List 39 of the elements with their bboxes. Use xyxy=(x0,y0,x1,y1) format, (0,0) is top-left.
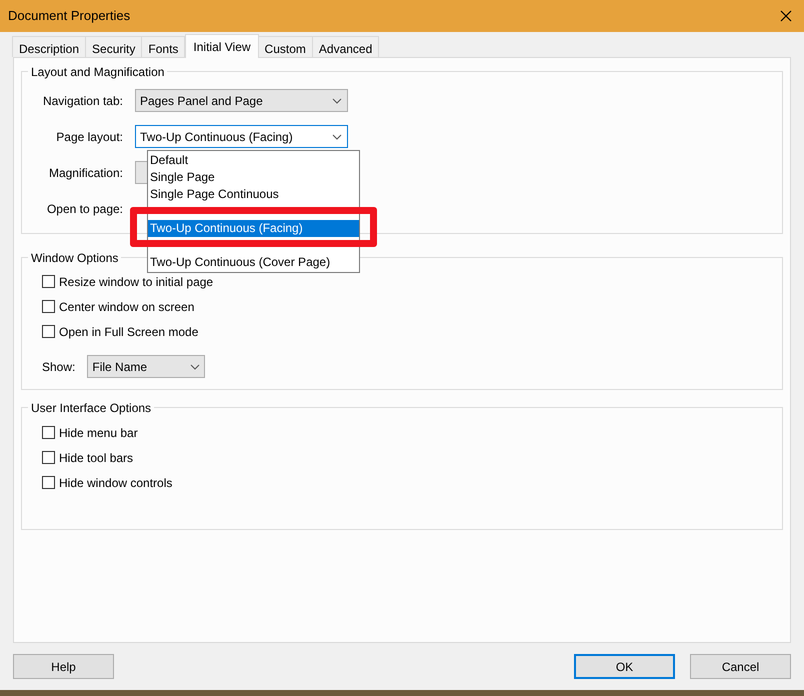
dropdown-option[interactable]: Two-Up Continuous (Cover Page) xyxy=(148,254,359,271)
field-label: Page layout: xyxy=(55,128,124,146)
dropdown-option[interactable]: Single Page Continuous xyxy=(148,186,359,203)
dialog-button[interactable]: Cancel xyxy=(690,654,791,680)
tab[interactable]: Description xyxy=(12,36,86,58)
chevron-down-icon xyxy=(190,364,200,370)
chevron-down-icon xyxy=(332,98,342,104)
dropdown-option[interactable]: Default xyxy=(148,152,359,169)
tab[interactable]: Security xyxy=(85,36,142,58)
window-title: Document Properties xyxy=(8,7,130,26)
checkbox[interactable] xyxy=(42,325,55,338)
checkbox[interactable] xyxy=(42,451,55,464)
checkbox[interactable] xyxy=(42,275,55,288)
tab[interactable]: Fonts xyxy=(141,36,186,58)
checkbox-label: Hide window controls xyxy=(59,474,172,492)
navigation-tab-dropdown[interactable]: Pages Panel and Page xyxy=(135,89,348,112)
dialog-button[interactable]: Help xyxy=(13,654,114,680)
checkbox[interactable] xyxy=(42,300,55,314)
field-label: Magnification: xyxy=(48,164,124,182)
close-icon[interactable] xyxy=(780,10,792,22)
checkbox-label: Hide menu bar xyxy=(59,424,138,442)
tab[interactable]: Advanced xyxy=(312,36,380,58)
checkbox-label: Center window on screen xyxy=(59,298,194,316)
checkbox-label: Hide tool bars xyxy=(59,450,134,467)
checkbox-label: Resize window to initial page xyxy=(59,274,214,291)
tab[interactable]: Initial View xyxy=(185,34,259,58)
dialog-button[interactable]: OK xyxy=(574,654,675,680)
checkbox[interactable] xyxy=(42,426,55,440)
chevron-down-icon xyxy=(332,134,342,140)
show-dropdown[interactable]: File Name xyxy=(87,355,206,378)
field-label: Navigation tab: xyxy=(42,92,124,110)
checkbox-label: Open in Full Screen mode xyxy=(59,324,198,341)
field-label: Show: xyxy=(42,358,76,376)
tab[interactable]: Custom xyxy=(258,36,313,58)
dropdown-option[interactable]: Single Page xyxy=(148,169,359,186)
page-layout-dropdown[interactable]: Two-Up Continuous (Facing) xyxy=(135,125,348,148)
checkbox[interactable] xyxy=(42,476,55,490)
field-label: Open to page: xyxy=(46,200,124,218)
dropdown-option[interactable]: Two-Up Continuous (Facing) xyxy=(148,220,359,237)
